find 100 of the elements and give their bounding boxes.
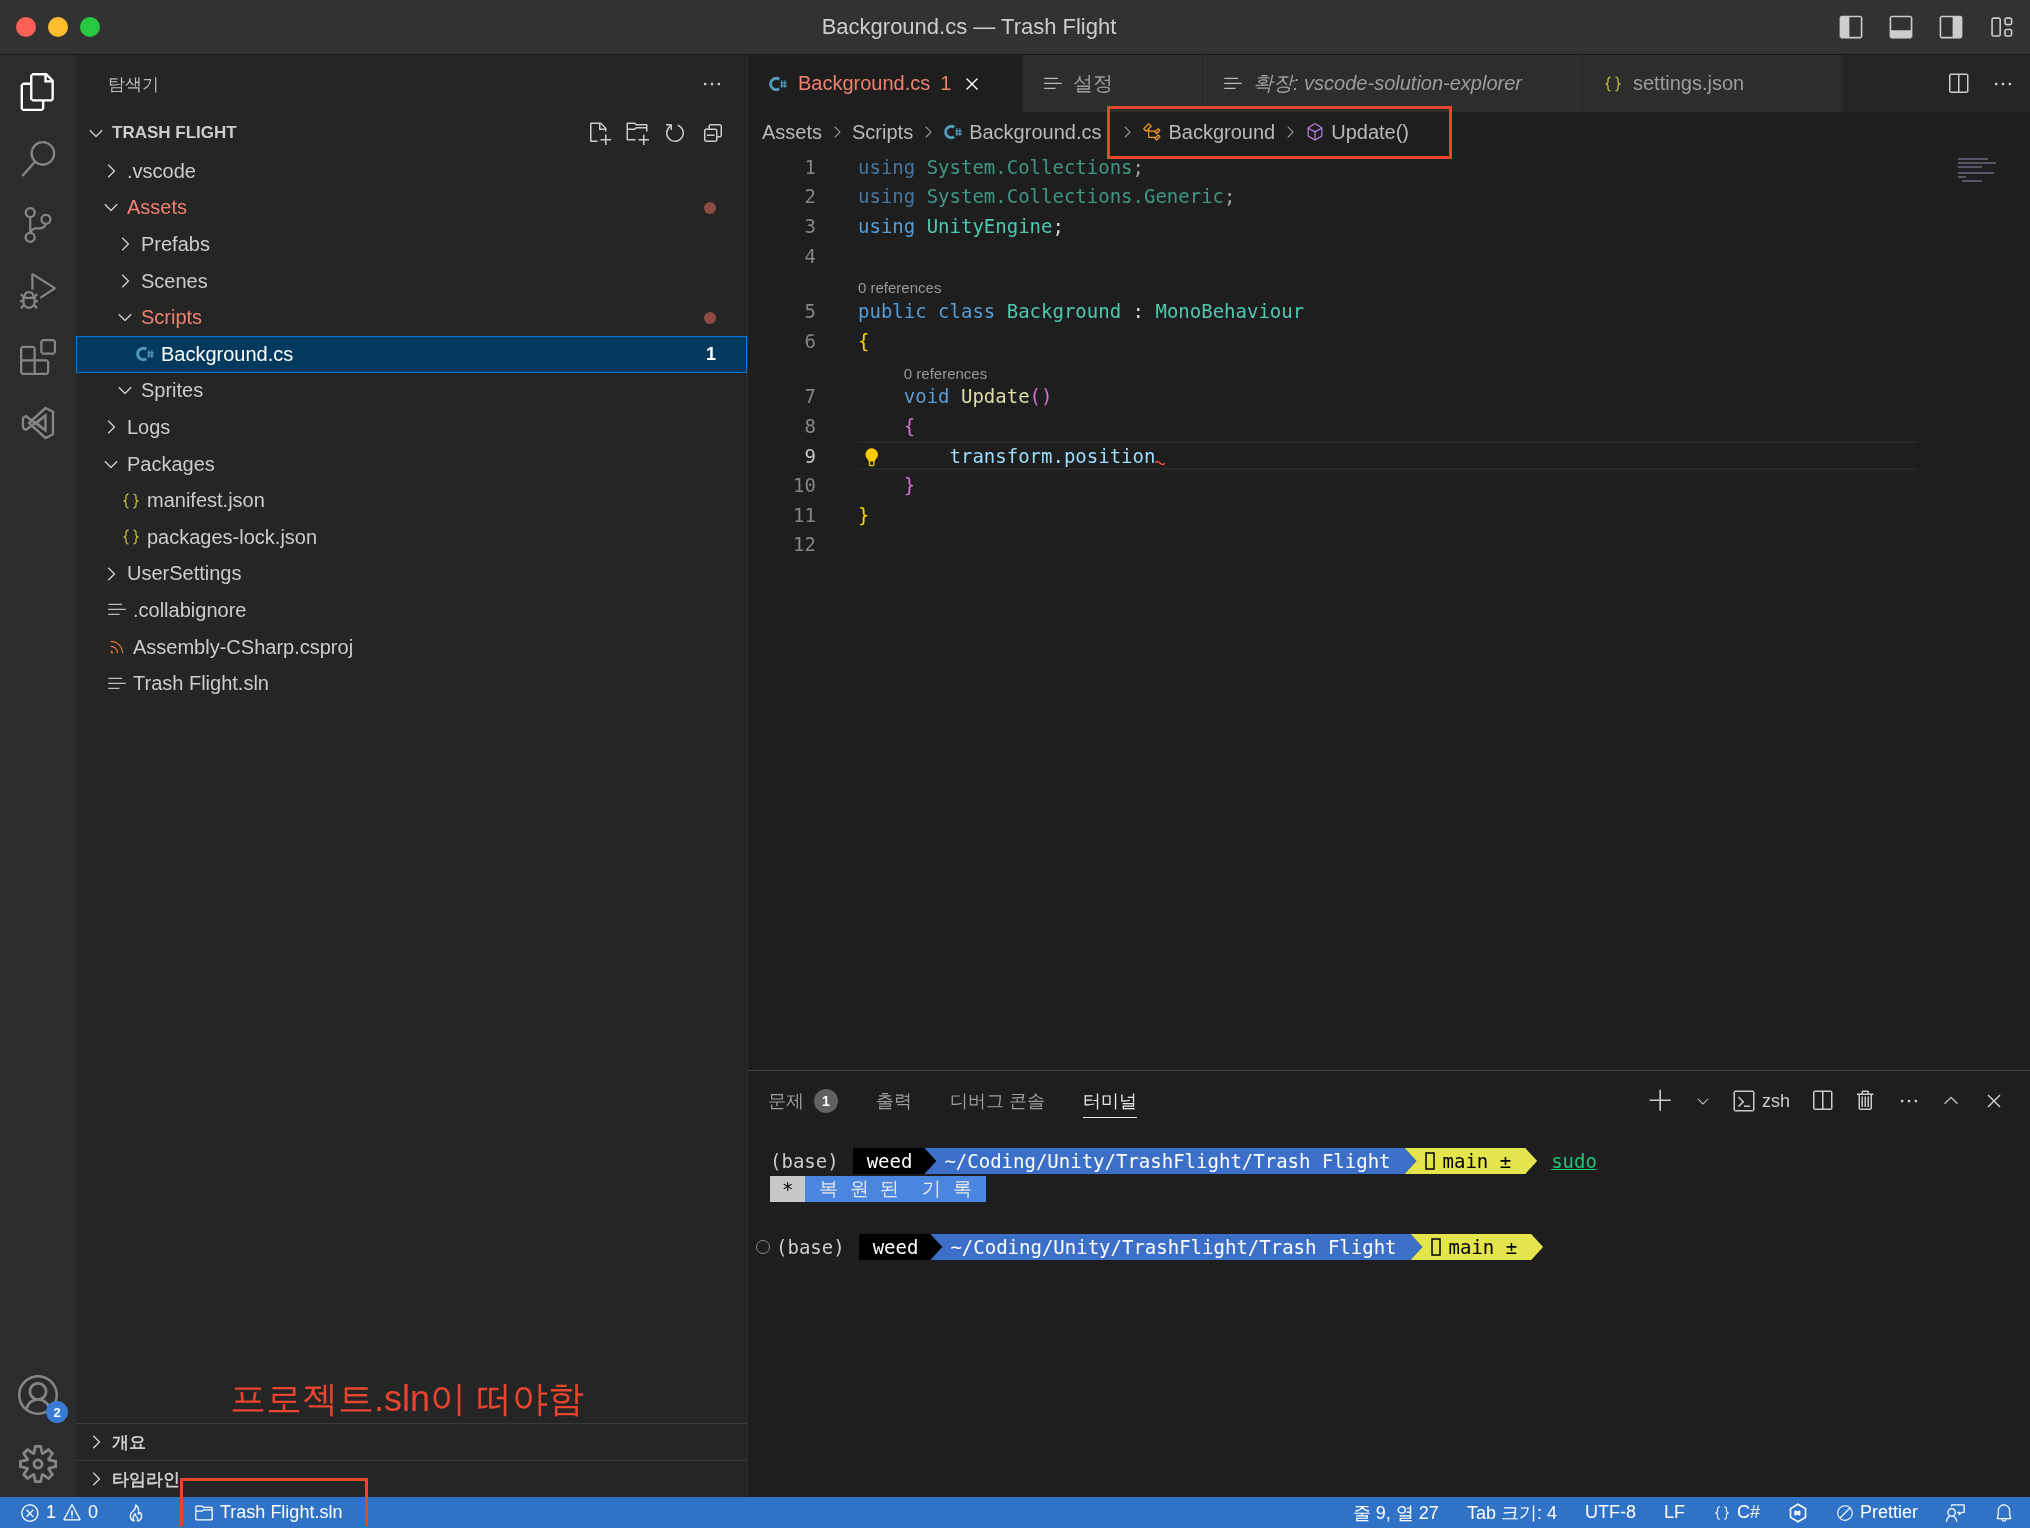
sidebar-right-icon[interactable] [1938, 14, 1964, 40]
add-icon[interactable] [1648, 1088, 1674, 1114]
editor-tab[interactable]: Background.cs 1 [748, 55, 1023, 112]
tree-item[interactable]: Background.cs 1 [76, 335, 747, 373]
split-terminal-icon[interactable] [1810, 1089, 1834, 1113]
panel-tab[interactable]: 출력 [876, 1084, 912, 1118]
tree-item[interactable]: Logs [76, 409, 747, 446]
missing-glyph-icon [1430, 1238, 1441, 1256]
line-number: 2 [803, 185, 816, 208]
split-editor-icon[interactable] [1946, 71, 1970, 96]
line-number: 11 [792, 503, 816, 526]
breadcrumb-item[interactable]: Background.cs [943, 120, 1102, 144]
chevron-right-icon [92, 1472, 101, 1486]
chevron-right-icon [121, 237, 130, 252]
terminal-link[interactable]: sudo [1551, 1148, 1597, 1174]
sidebar-left-icon[interactable] [1838, 14, 1864, 40]
breadcrumb-item[interactable]: Background [1142, 120, 1276, 144]
tree-item[interactable]: Prefabs [76, 226, 747, 263]
language-status[interactable]: C# [1712, 1502, 1760, 1523]
panel-tab[interactable]: 문제 1 [768, 1084, 838, 1118]
solution-status[interactable]: Trash Flight.sln [194, 1502, 343, 1523]
chevron-right-icon [107, 566, 116, 581]
refresh-icon[interactable] [663, 121, 687, 145]
editor-tab[interactable]: 확장: vscode-solution-explorer [1203, 55, 1583, 112]
close-button[interactable] [16, 17, 36, 37]
chevron-right-icon [107, 420, 116, 435]
tree-item[interactable]: Scripts [76, 299, 747, 336]
terminal-icon [1732, 1089, 1756, 1113]
tree-item[interactable]: Trash Flight.sln [76, 665, 747, 702]
tree-item[interactable]: Scenes [76, 262, 747, 300]
run-debug-icon[interactable] [20, 273, 56, 309]
status-item[interactable]: UTF-8 [1584, 1502, 1636, 1523]
feedback-icon[interactable] [1946, 1502, 1966, 1523]
code-line: using System.Collections; [858, 155, 1144, 178]
tree-item[interactable]: Sprites [76, 372, 747, 410]
tree-item[interactable]: .collabignore [76, 592, 747, 629]
tree-item[interactable]: Assets [76, 189, 747, 227]
breadcrumb-item[interactable]: Update() [1305, 120, 1409, 144]
terminal-text: 복 원 된 기 록 [805, 1176, 986, 1202]
files-icon[interactable] [19, 73, 57, 111]
terminal-text: weed [852, 1148, 937, 1174]
minimize-button[interactable] [48, 17, 68, 37]
tree-item[interactable]: UserSettings [76, 555, 747, 593]
section-header[interactable]: 개요 [76, 1423, 747, 1460]
chevron-down-icon [104, 203, 118, 213]
collapse-all-icon[interactable] [701, 121, 725, 145]
project-header[interactable]: TRASH FLIGHT [76, 113, 747, 153]
shell-selector[interactable]: zsh [1732, 1089, 1790, 1113]
line-number: 8 [803, 414, 816, 437]
annotation-note: 프로젝트.sln이 떠야함 [230, 1379, 585, 1419]
layout-icon[interactable] [1988, 14, 2014, 40]
prettier-status[interactable]: Prettier [1835, 1502, 1918, 1523]
problems-status[interactable]: 1 0 [20, 1502, 99, 1523]
status-item[interactable]: Tab 크기: 4 [1466, 1500, 1557, 1525]
new-folder-icon[interactable] [625, 121, 649, 145]
tree-item[interactable]: Assembly-CSharp.csproj [76, 628, 747, 666]
chevron-down-icon [104, 459, 118, 469]
line-number: 5 [803, 300, 816, 323]
extensions-icon[interactable] [20, 339, 56, 375]
chevron-down-icon [118, 386, 132, 396]
codelens[interactable]: 0 references [903, 364, 988, 382]
terminal-text: (base) [770, 1149, 840, 1174]
missing-glyph-icon [1424, 1152, 1435, 1170]
circle-slash-icon [1835, 1503, 1854, 1522]
problem-dot [704, 311, 716, 324]
editor-tab[interactable]: 설정 [1023, 55, 1203, 112]
search-icon[interactable] [20, 141, 56, 177]
code-line: } [858, 503, 870, 526]
line-number: 9 [803, 444, 816, 467]
method-icon [1305, 122, 1326, 142]
codelens[interactable]: 0 references [858, 279, 942, 297]
terminal-text: ~/Coding/Unity/TrashFlight/Trash Flight [924, 1148, 1417, 1174]
breadcrumb-item[interactable]: Assets [762, 120, 823, 144]
account-badge: 2 [46, 1401, 68, 1423]
error-icon [20, 1502, 40, 1523]
editor-tab[interactable]: settings.json [1583, 55, 1843, 112]
zoom-button[interactable] [80, 17, 100, 37]
bell-icon[interactable] [1994, 1502, 2014, 1523]
code-line: { [903, 414, 916, 437]
tree-item[interactable]: Packages [76, 445, 747, 483]
status-item[interactable]: LF [1663, 1502, 1685, 1523]
panel-tab[interactable]: 터미널 [1083, 1084, 1137, 1118]
braces-icon [1712, 1503, 1731, 1522]
visual-studio-icon[interactable] [20, 405, 56, 441]
tree-item[interactable]: .vscode [76, 153, 747, 190]
settings-icon[interactable] [19, 1445, 57, 1483]
tree-item[interactable]: manifest.json [76, 482, 747, 519]
new-file-icon[interactable] [587, 121, 611, 145]
chevron-down-icon [89, 128, 103, 138]
breadcrumb-item[interactable]: Scripts [852, 120, 914, 144]
tree-item[interactable]: packages-lock.json [76, 518, 747, 556]
terminal-text: weed [858, 1234, 943, 1260]
code-line: transform.position [949, 444, 1156, 467]
status-item[interactable]: 줄 9, 열 27 [1352, 1500, 1439, 1525]
omnisharp-icon[interactable] [1787, 1502, 1808, 1523]
panel-icon[interactable] [1888, 14, 1914, 40]
code-line: void Update() [903, 385, 1053, 408]
terminal-text: main ± [1410, 1234, 1544, 1260]
chevron-right-icon [107, 164, 116, 179]
panel-tab[interactable]: 디버그 콘솔 [950, 1084, 1045, 1118]
